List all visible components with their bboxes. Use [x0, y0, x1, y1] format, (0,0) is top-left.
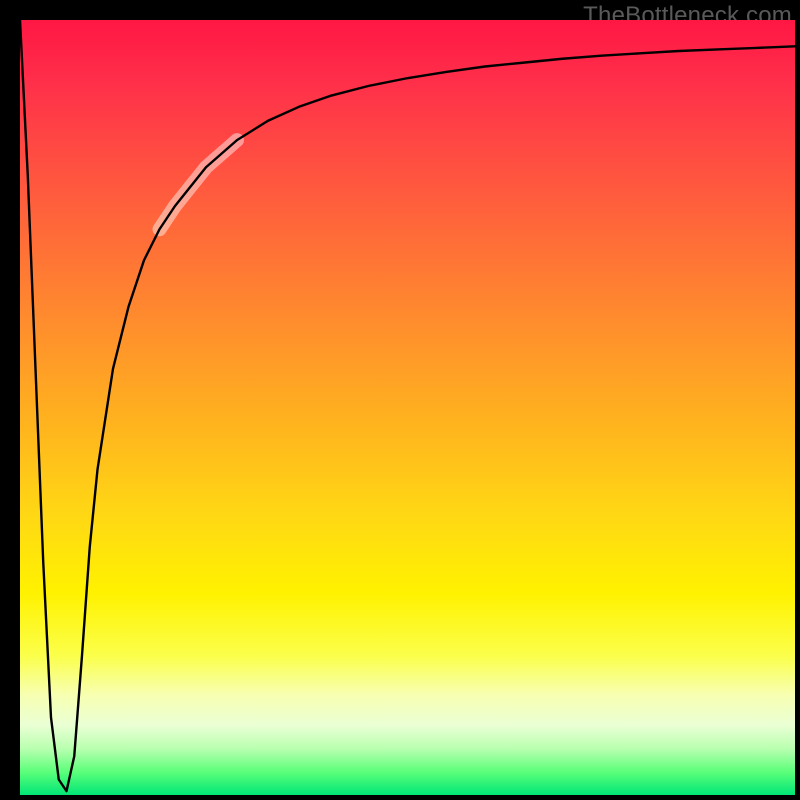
chart-frame: TheBottleneck.com	[0, 0, 800, 800]
plot-area	[20, 20, 795, 795]
curve-svg	[20, 20, 795, 795]
bottleneck-curve	[20, 20, 795, 791]
curve-highlight	[160, 140, 238, 229]
